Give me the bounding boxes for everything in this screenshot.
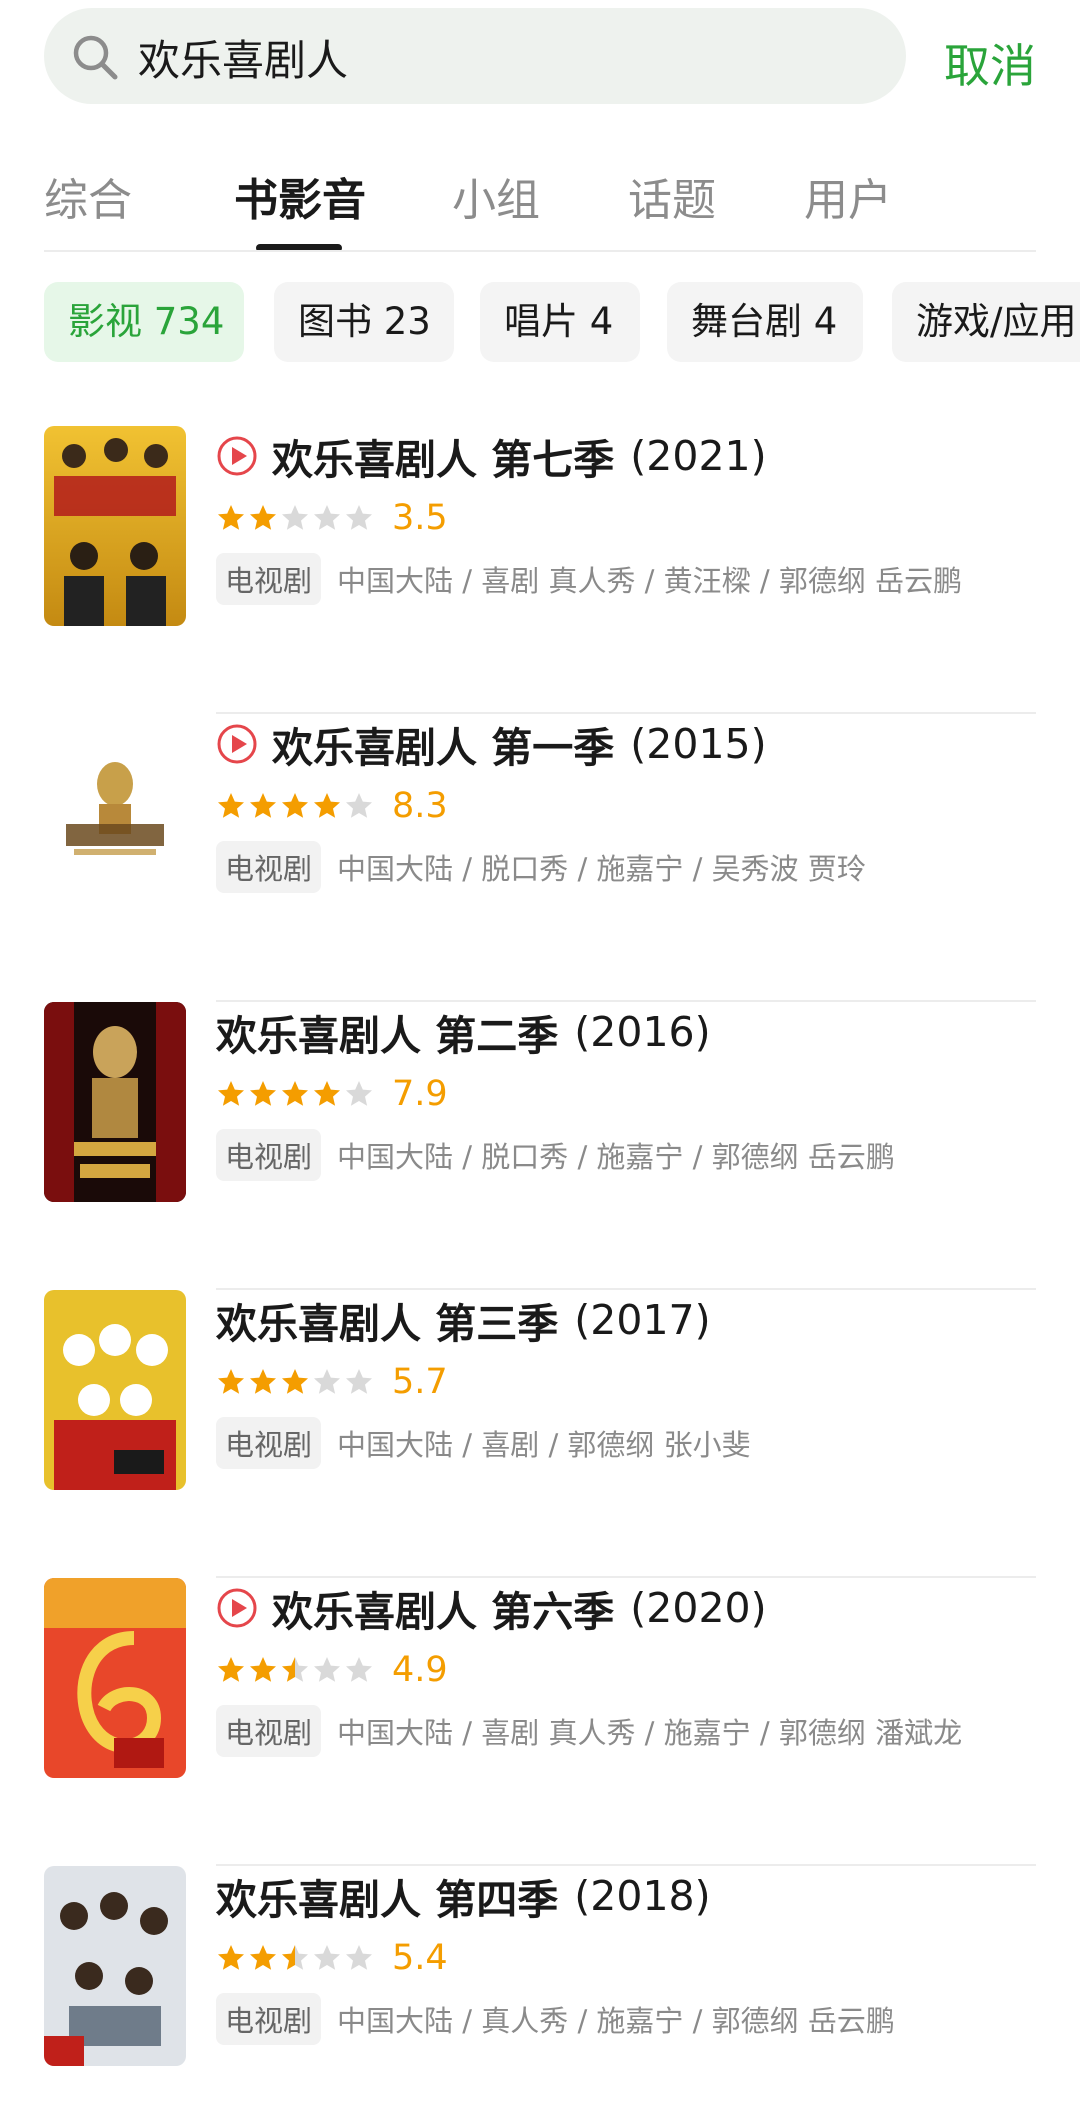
star-filled-icon bbox=[250, 1657, 276, 1682]
filter-chip-albums[interactable]: 唱片 4 bbox=[480, 282, 640, 362]
result-item[interactable]: 欢乐喜剧人 第四季 (2018) 5.4 电视剧 中国大陆 / 真人秀 / 施嘉… bbox=[44, 1866, 1036, 2124]
star-half-icon bbox=[282, 1657, 308, 1682]
poster-image bbox=[44, 1578, 186, 1778]
rating-value: 5.7 bbox=[392, 1362, 448, 1402]
star-empty-icon bbox=[346, 1081, 372, 1106]
result-meta: 中国大陆 / 脱口秀 / 施嘉宁 / 吴秀波 贾玲 bbox=[337, 852, 866, 886]
star-filled-icon bbox=[250, 1369, 276, 1394]
star-filled-icon bbox=[282, 1081, 308, 1106]
filter-chips: 影视 734 图书 23 唱片 4 舞台剧 4 游戏/应用 bbox=[44, 282, 1080, 362]
type-badge: 电视剧 bbox=[216, 841, 322, 893]
star-empty-icon bbox=[314, 1945, 340, 1970]
play-icon bbox=[217, 724, 257, 764]
result-year: (2016) bbox=[574, 1008, 711, 1056]
filter-chip-film-tv[interactable]: 影视 734 bbox=[44, 282, 244, 362]
result-item[interactable]: 欢乐喜剧人 第三季 (2017) 5.7 电视剧 中国大陆 / 喜剧 / 郭德纲… bbox=[44, 1290, 1036, 1578]
star-empty-icon bbox=[314, 1369, 340, 1394]
result-item[interactable]: 欢乐喜剧人 第一季 (2015) 8.3 电视剧 中国大陆 / 脱口秀 / 施嘉… bbox=[44, 714, 1036, 1002]
star-empty-icon bbox=[346, 1369, 372, 1394]
cancel-button[interactable]: 取消 bbox=[944, 30, 1036, 96]
tab-books-movies-music[interactable]: 书影音 bbox=[234, 164, 366, 228]
result-title: 欢乐喜剧人 第三季 bbox=[216, 1300, 559, 1348]
star-filled-icon bbox=[218, 1945, 244, 1970]
star-filled-icon bbox=[218, 505, 244, 530]
result-item[interactable]: 欢乐喜剧人 第七季 (2021) 3.5 电视剧 中国大陆 / 喜剧 真人秀 /… bbox=[44, 426, 1036, 714]
result-year: (2021) bbox=[630, 432, 767, 480]
search-box[interactable] bbox=[44, 8, 906, 104]
star-rating bbox=[216, 503, 376, 533]
star-empty-icon bbox=[346, 1945, 372, 1970]
tab-all[interactable]: 综合 bbox=[44, 164, 132, 228]
type-badge: 电视剧 bbox=[216, 1417, 322, 1469]
type-badge: 电视剧 bbox=[216, 1705, 322, 1757]
star-filled-icon bbox=[250, 505, 276, 530]
result-title: 欢乐喜剧人 第四季 bbox=[216, 1876, 559, 1924]
star-filled-icon bbox=[282, 1369, 308, 1394]
star-rating bbox=[216, 1367, 376, 1397]
category-tabs: 综合 书影音 小组 话题 用户 bbox=[44, 150, 1036, 252]
star-filled-icon bbox=[218, 1369, 244, 1394]
result-item[interactable]: 欢乐喜剧人 第二季 (2016) 7.9 电视剧 中国大陆 / 脱口秀 / 施嘉… bbox=[44, 1002, 1036, 1290]
result-title: 欢乐喜剧人 第七季 bbox=[272, 436, 615, 484]
poster-image bbox=[44, 714, 186, 914]
star-filled-icon bbox=[218, 1657, 244, 1682]
star-filled-icon bbox=[218, 793, 244, 818]
star-filled-icon bbox=[218, 1081, 244, 1106]
result-meta: 中国大陆 / 真人秀 / 施嘉宁 / 郭德纲 岳云鹏 bbox=[337, 2004, 895, 2038]
result-meta: 中国大陆 / 喜剧 / 郭德纲 张小斐 bbox=[337, 1428, 751, 1462]
result-title: 欢乐喜剧人 第六季 bbox=[272, 1588, 615, 1636]
result-year: (2015) bbox=[630, 720, 767, 768]
tab-users[interactable]: 用户 bbox=[804, 164, 892, 228]
star-rating bbox=[216, 1943, 376, 1973]
tab-topics[interactable]: 话题 bbox=[628, 164, 716, 228]
star-empty-icon bbox=[314, 505, 340, 530]
search-input[interactable] bbox=[138, 22, 878, 92]
search-bar: 取消 bbox=[44, 8, 1044, 106]
result-year: (2018) bbox=[574, 1872, 711, 1920]
result-meta: 中国大陆 / 脱口秀 / 施嘉宁 / 郭德纲 岳云鹏 bbox=[337, 1140, 895, 1174]
poster-image bbox=[44, 1866, 186, 2066]
star-half-icon bbox=[282, 1945, 308, 1970]
star-filled-icon bbox=[250, 793, 276, 818]
rating-value: 7.9 bbox=[392, 1074, 448, 1114]
star-filled-icon bbox=[250, 1081, 276, 1106]
star-filled-icon bbox=[282, 793, 308, 818]
result-item[interactable]: 欢乐喜剧人 第六季 (2020) 4.9 电视剧 中国大陆 / 喜剧 真人秀 /… bbox=[44, 1578, 1036, 1866]
type-badge: 电视剧 bbox=[216, 553, 322, 605]
star-empty-icon bbox=[282, 505, 308, 530]
tab-groups[interactable]: 小组 bbox=[452, 164, 540, 228]
star-filled-icon bbox=[314, 793, 340, 818]
result-title: 欢乐喜剧人 第一季 bbox=[272, 724, 615, 772]
poster-image bbox=[44, 426, 186, 626]
star-empty-icon bbox=[314, 1657, 340, 1682]
result-title: 欢乐喜剧人 第二季 bbox=[216, 1012, 559, 1060]
star-empty-icon bbox=[346, 1657, 372, 1682]
result-year: (2017) bbox=[574, 1296, 711, 1344]
filter-chip-games-apps[interactable]: 游戏/应用 bbox=[892, 282, 1080, 362]
filter-chip-books[interactable]: 图书 23 bbox=[274, 282, 454, 362]
play-icon bbox=[217, 436, 257, 476]
search-icon bbox=[73, 35, 118, 80]
result-year: (2020) bbox=[630, 1584, 767, 1632]
result-meta: 中国大陆 / 喜剧 真人秀 / 黄汪樑 / 郭德纲 岳云鹏 bbox=[337, 564, 963, 598]
type-badge: 电视剧 bbox=[216, 1993, 322, 2045]
star-empty-icon bbox=[346, 505, 372, 530]
rating-value: 4.9 bbox=[392, 1650, 448, 1690]
rating-value: 8.3 bbox=[392, 786, 448, 826]
star-rating bbox=[216, 791, 376, 821]
star-filled-icon bbox=[314, 1081, 340, 1106]
star-filled-icon bbox=[250, 1945, 276, 1970]
play-icon bbox=[217, 1588, 257, 1628]
result-meta: 中国大陆 / 喜剧 真人秀 / 施嘉宁 / 郭德纲 潘斌龙 bbox=[337, 1716, 963, 1750]
star-rating bbox=[216, 1079, 376, 1109]
poster-image bbox=[44, 1290, 186, 1490]
rating-value: 5.4 bbox=[392, 1938, 448, 1978]
rating-value: 3.5 bbox=[392, 498, 448, 538]
star-empty-icon bbox=[346, 793, 372, 818]
type-badge: 电视剧 bbox=[216, 1129, 322, 1181]
star-rating bbox=[216, 1655, 376, 1685]
filter-chip-stage-plays[interactable]: 舞台剧 4 bbox=[667, 282, 863, 362]
poster-image bbox=[44, 1002, 186, 1202]
tabs-divider bbox=[44, 250, 1036, 252]
